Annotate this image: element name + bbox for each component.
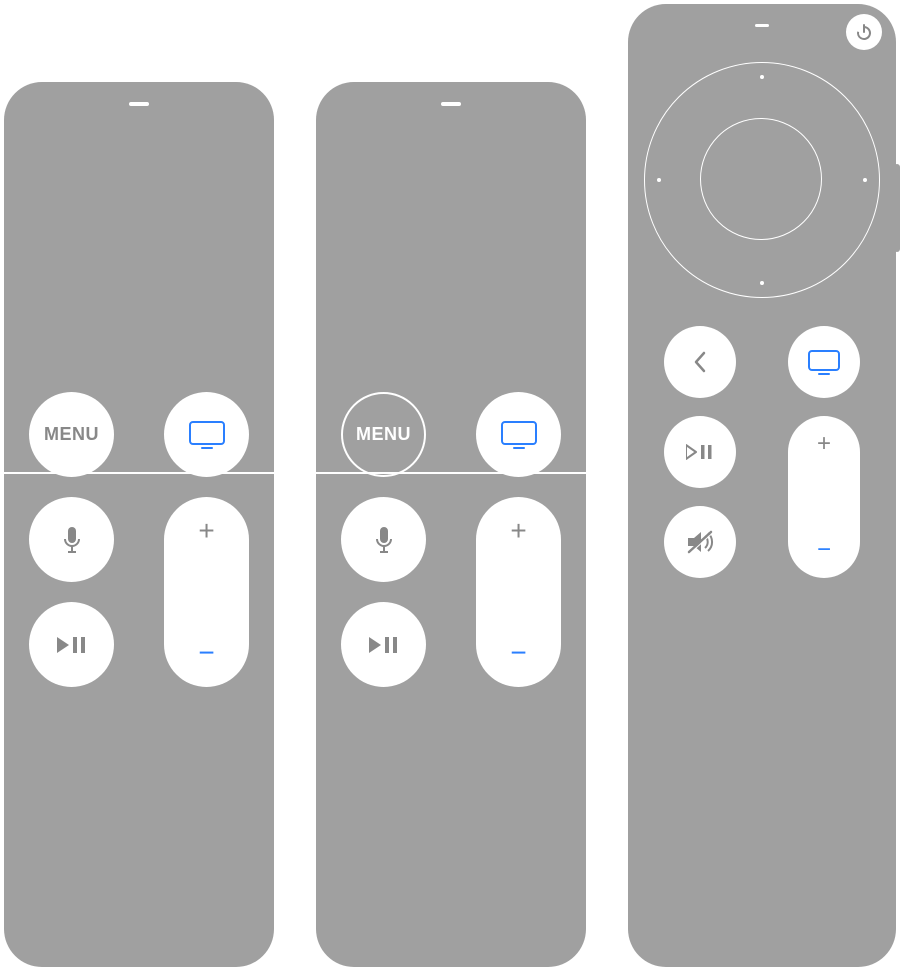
siri-button[interactable] <box>341 497 426 582</box>
clickpad-dot-right <box>863 178 867 182</box>
siri-remote-gen2: MENU + − <box>316 82 586 967</box>
back-button[interactable] <box>664 326 736 398</box>
menu-button-label: MENU <box>44 424 99 445</box>
surface-divider <box>4 472 274 474</box>
volume-rocker[interactable]: + − <box>788 416 860 578</box>
play-pause-button[interactable] <box>341 602 426 687</box>
status-indicator <box>441 102 461 106</box>
clickpad-dot-up <box>760 75 764 79</box>
menu-button[interactable]: MENU <box>29 392 114 477</box>
clickpad-ring[interactable] <box>644 62 880 298</box>
play-pause-icon <box>57 635 87 655</box>
surface-divider <box>316 472 586 474</box>
siri-button[interactable] <box>29 497 114 582</box>
volume-down[interactable]: − <box>510 639 526 667</box>
volume-up[interactable]: + <box>198 517 214 545</box>
tv-button[interactable] <box>164 392 249 477</box>
mute-icon <box>686 530 714 554</box>
play-pause-button[interactable] <box>29 602 114 687</box>
tv-icon <box>189 421 225 449</box>
status-indicator <box>129 102 149 106</box>
clickpad-dot-left <box>657 178 661 182</box>
siri-remote-gen3: + − <box>628 4 896 967</box>
power-icon <box>855 23 873 41</box>
tv-icon <box>501 421 537 449</box>
mute-button[interactable] <box>664 506 736 578</box>
microphone-icon <box>375 526 393 554</box>
play-pause-icon <box>369 635 399 655</box>
clickpad-dot-down <box>760 281 764 285</box>
clickpad-center[interactable] <box>700 118 822 240</box>
power-button[interactable] <box>846 14 882 50</box>
play-pause-icon <box>686 443 714 461</box>
chevron-left-icon <box>693 351 707 373</box>
siri-side-button[interactable] <box>894 164 900 252</box>
volume-up[interactable]: + <box>817 432 831 456</box>
menu-button[interactable]: MENU <box>341 392 426 477</box>
volume-down[interactable]: − <box>198 639 214 667</box>
play-pause-button[interactable] <box>664 416 736 488</box>
volume-up[interactable]: + <box>510 517 526 545</box>
microphone-icon <box>63 526 81 554</box>
volume-rocker[interactable]: + − <box>164 497 249 687</box>
volume-down[interactable]: − <box>817 538 831 562</box>
volume-rocker[interactable]: + − <box>476 497 561 687</box>
tv-button[interactable] <box>476 392 561 477</box>
menu-button-label: MENU <box>356 424 411 445</box>
tv-button[interactable] <box>788 326 860 398</box>
siri-remote-gen1: MENU + − <box>4 82 274 967</box>
tv-icon <box>808 350 840 375</box>
status-indicator <box>755 24 769 27</box>
